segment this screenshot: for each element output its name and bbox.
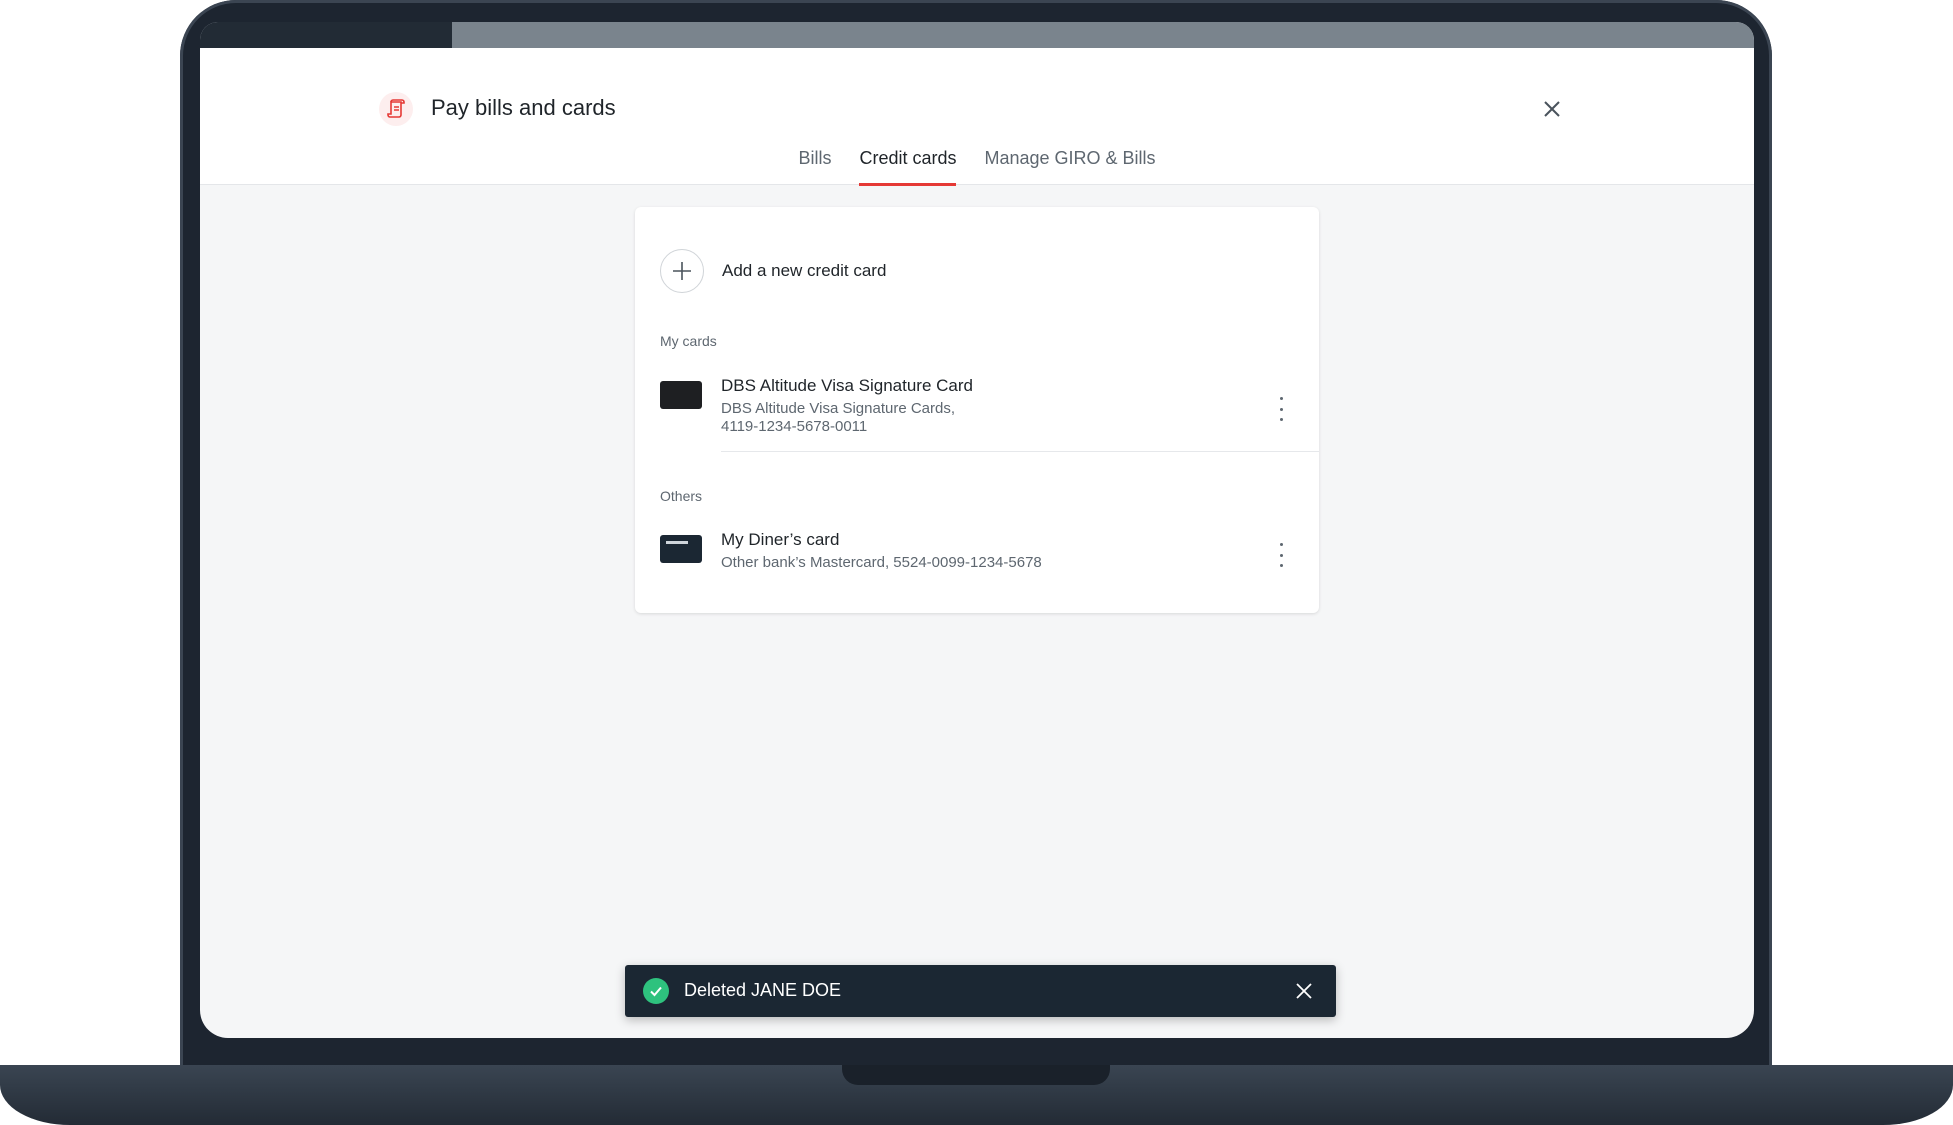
card-description: DBS Altitude Visa Signature Cards, [721,400,956,417]
credit-cards-panel: Add a new credit card My cards DBS Altit… [635,207,1319,613]
tab-manage-giro-bills[interactable]: Manage GIRO & Bills [984,148,1155,186]
laptop-notch [842,1065,1110,1085]
card-row-diners[interactable]: My Diner’s card Other bank’s Mastercard,… [660,529,1320,572]
card-name: My Diner’s card [721,530,840,549]
close-dialog-button[interactable] [1540,97,1564,121]
toast-message: Deleted JANE DOE [684,980,842,1000]
check-circle-icon [643,978,669,1004]
tab-bar: Bills Credit cards Manage GIRO & Bills [200,148,1754,186]
progress-fill [200,22,452,48]
plus-icon [660,249,704,293]
others-heading: Others [660,488,703,504]
tab-credit-cards[interactable]: Credit cards [859,148,957,186]
more-options-icon[interactable] [1277,397,1285,421]
card-description: Other bank’s Mastercard, 5524-0099-1234-… [721,554,1042,571]
card-number: 4119-1234-5678-0011 [721,418,868,435]
add-credit-card-label: Add a new credit card [722,261,887,280]
credit-card-icon [660,535,702,563]
close-icon [1296,983,1312,999]
add-credit-card-button[interactable]: Add a new credit card [660,249,886,293]
page-title: Pay bills and cards [431,95,616,120]
divider [721,451,1319,452]
toast-notification: Deleted JANE DOE [625,965,1336,1017]
tab-bills[interactable]: Bills [798,148,831,186]
screen: Pay bills and cards Bills Credit cards M… [200,22,1754,1038]
credit-card-icon [660,381,702,409]
dialog-header: Pay bills and cards Bills Credit cards M… [200,48,1754,186]
laptop-device: Pay bills and cards Bills Credit cards M… [0,0,1953,1125]
close-icon [1544,101,1560,117]
my-cards-heading: My cards [660,333,717,349]
card-name: DBS Altitude Visa Signature Card [721,376,973,395]
bill-receipt-icon [379,92,413,126]
card-row-dbs-altitude[interactable]: DBS Altitude Visa Signature Card DBS Alt… [660,375,1320,436]
close-toast-button[interactable] [1294,981,1314,1001]
top-progress-bar [200,22,1754,48]
more-options-icon[interactable] [1277,543,1285,567]
